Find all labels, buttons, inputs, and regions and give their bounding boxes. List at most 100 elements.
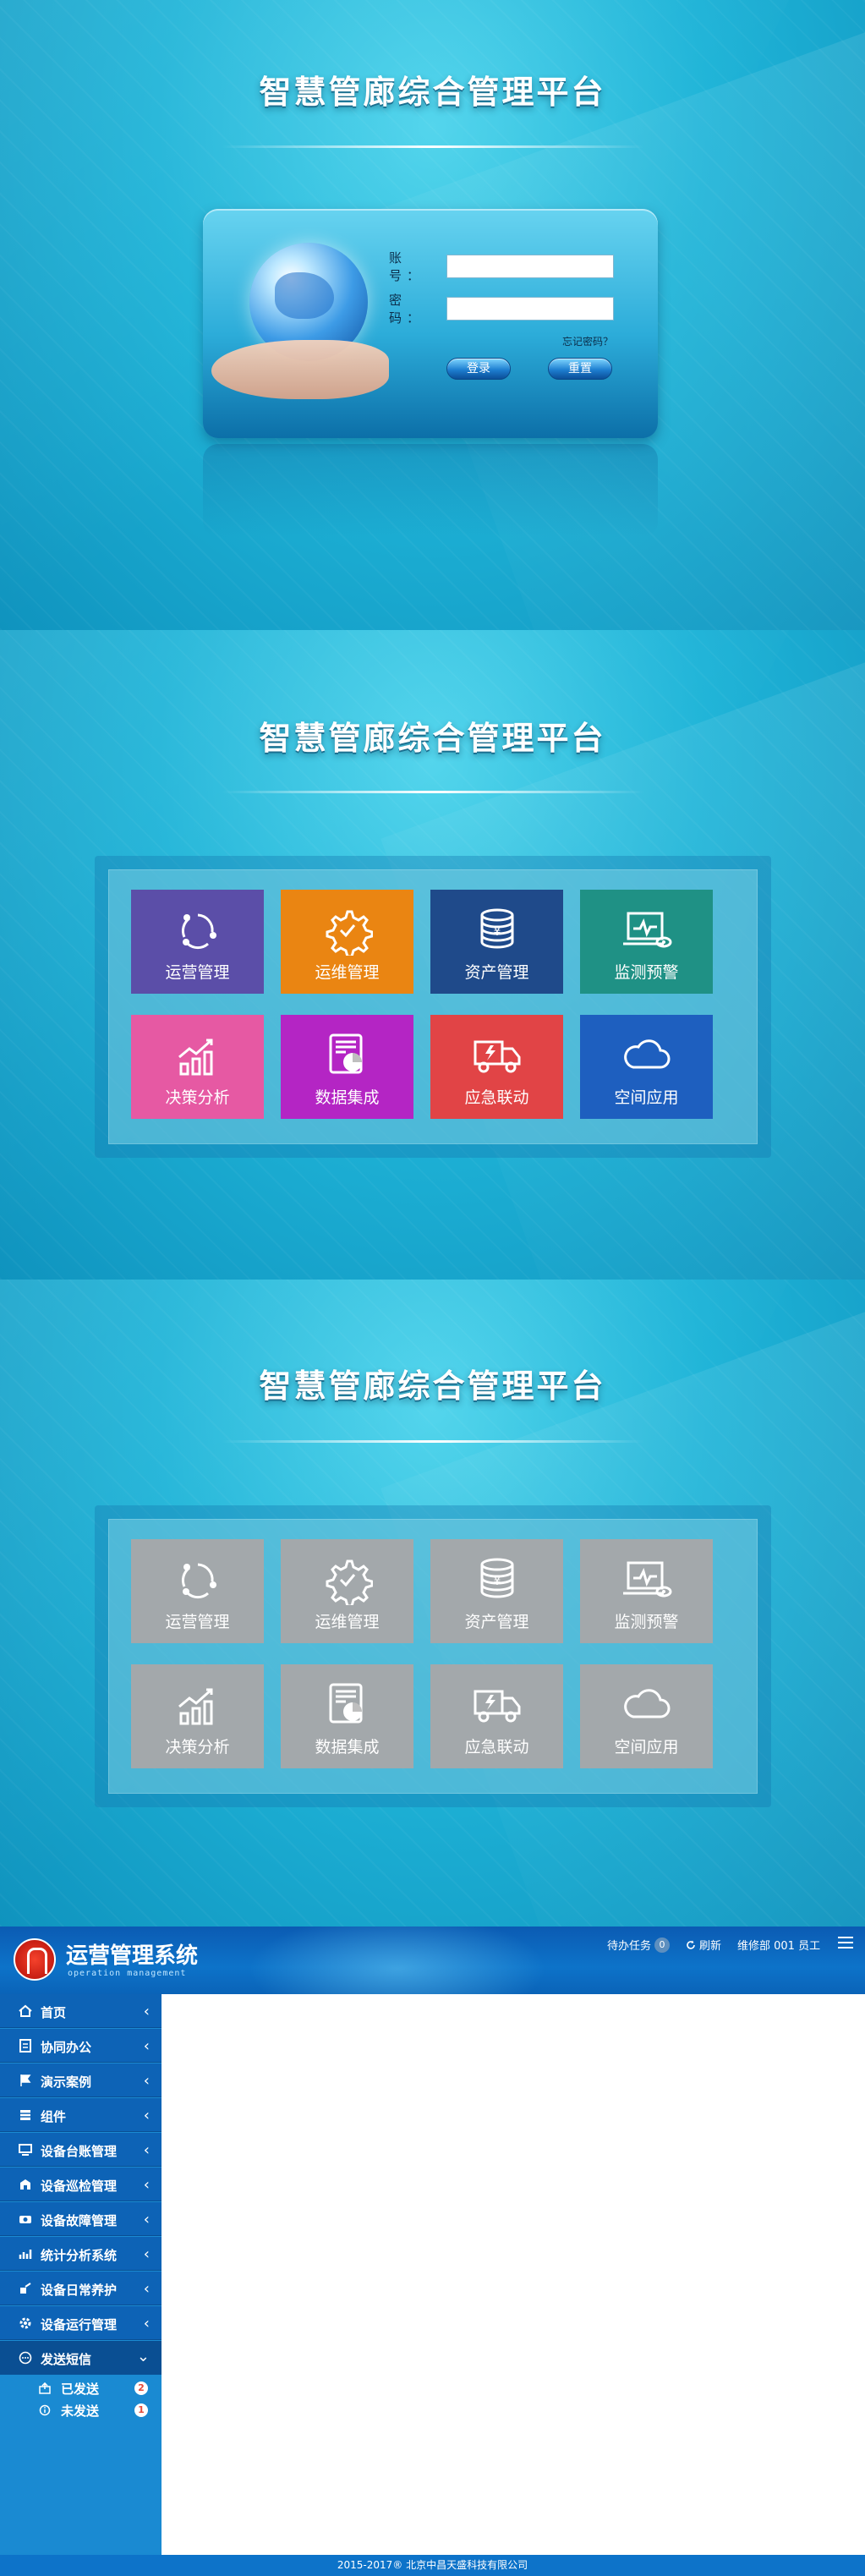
forgot-password-link[interactable]: 忘记密码？ <box>562 334 613 348</box>
truck-icon <box>472 1680 523 1730</box>
title-underline <box>222 145 644 148</box>
sidebar-subitem-label: 已发送 <box>61 2381 100 2397</box>
tile-label: 空间应用 <box>614 1088 679 1107</box>
sidebar: 首页 ‹ 协同办公 ‹ 演示案例 ‹ 组件 ‹ 设备台账管理 ‹ 设备巡检管理 … <box>0 1994 162 2555</box>
tile-label: 资产管理 <box>464 963 529 982</box>
account-input[interactable] <box>446 255 614 278</box>
sidebar-item-label: 设备运行管理 <box>41 2317 118 2332</box>
sidebar-item-label: 协同办公 <box>41 2040 92 2055</box>
gear-icon <box>322 1554 373 1605</box>
pending-tasks[interactable]: 待办任务 0 <box>607 1937 671 1953</box>
tile-maintenance[interactable]: 运维管理 <box>281 1539 413 1643</box>
tile-spatial[interactable]: 空间应用 <box>580 1664 713 1768</box>
account-row: 账 号： <box>389 249 614 284</box>
tile-decision[interactable]: 决策分析 <box>131 1664 264 1768</box>
sidebar-item-operation[interactable]: 设备运行管理 ‹ <box>0 2306 162 2340</box>
coins-icon <box>472 1554 523 1605</box>
tile-emergency[interactable]: 应急联动 <box>430 1015 563 1119</box>
sidebar-item-office[interactable]: 协同办公 ‹ <box>0 2029 162 2063</box>
bar-chart-icon <box>172 1030 223 1081</box>
unsent-count-badge: 1 <box>134 2403 148 2417</box>
globe-in-hand-image <box>211 243 389 412</box>
tile-data-integration[interactable]: 数据集成 <box>281 1664 413 1768</box>
module-grid-inner: 运营管理 运维管理 资产管理 监测预警 决策分析 数据集成 应急联动 空间应用 <box>108 1519 758 1794</box>
tile-operations[interactable]: 运营管理 <box>131 1539 264 1643</box>
ops-system-screen: 运营管理系统 operation management 待办任务 0 刷新 维修… <box>0 1927 865 2576</box>
tile-label: 决策分析 <box>165 1088 230 1107</box>
refresh-button[interactable]: 刷新 <box>686 1937 721 1953</box>
title-underline <box>222 791 644 793</box>
sent-count-badge: 2 <box>134 2381 148 2395</box>
maintenance-icon <box>20 2283 31 2294</box>
message-icon <box>19 2351 32 2365</box>
chevron-left-icon: ‹ <box>143 2141 150 2159</box>
sidebar-item-fault[interactable]: 设备故障管理 ‹ <box>0 2202 162 2236</box>
sidebar-item-sms[interactable]: 发送短信 ⌄ <box>0 2341 162 2375</box>
tile-label: 应急联动 <box>464 1738 529 1757</box>
title-underline <box>222 1440 644 1443</box>
sidebar-item-statistics[interactable]: 统计分析系统 ‹ <box>0 2237 162 2271</box>
sidebar-item-equipment-ledger[interactable]: 设备台账管理 ‹ <box>0 2133 162 2167</box>
fault-icon <box>19 2216 31 2223</box>
platform-title: 智慧管廊综合管理平台 <box>259 720 606 757</box>
document-chart-icon <box>322 1680 373 1730</box>
chevron-left-icon: ‹ <box>143 2003 150 2020</box>
password-input[interactable] <box>446 297 614 321</box>
user-info[interactable]: 维修部 001 员工 <box>737 1937 820 1953</box>
module-grid: 运营管理 运维管理 资产管理 监测预警 决策分析 数据集成 应急联动 空间应用 <box>95 856 771 1158</box>
login-button[interactable]: 登录 <box>446 358 511 380</box>
refresh-icon <box>687 1940 695 1949</box>
tile-assets[interactable]: 资产管理 <box>430 890 563 994</box>
tile-label: 监测预警 <box>614 1613 679 1631</box>
tile-label: 运维管理 <box>315 963 380 982</box>
module-screen-active: 智慧管廊综合管理平台 运营管理 运维管理 资产管理 监测预警 决策分析 数据集成… <box>0 630 865 1280</box>
stats-icon <box>19 2250 32 2259</box>
tile-spatial[interactable]: 空间应用 <box>580 1015 713 1119</box>
module-grid: 运营管理 运维管理 资产管理 监测预警 决策分析 数据集成 应急联动 空间应用 <box>95 1505 771 1807</box>
gear-icon <box>322 905 373 956</box>
sidebar-item-home[interactable]: 首页 ‹ <box>0 1994 162 2028</box>
tile-monitoring[interactable]: 监测预警 <box>580 1539 713 1643</box>
platform-title: 智慧管廊综合管理平台 <box>259 74 606 111</box>
tile-label: 资产管理 <box>464 1613 529 1631</box>
sidebar-item-inspection[interactable]: 设备巡检管理 ‹ <box>0 2168 162 2201</box>
sidebar-subitem-unsent[interactable]: 未发送 1 <box>0 2400 162 2420</box>
login-screen: 智慧管廊综合管理平台 账 号： 密 码： 忘记密码？ 登录 重置 <box>0 0 865 630</box>
chevron-left-icon: ‹ <box>143 2037 150 2055</box>
account-label: 账 号： <box>389 250 425 283</box>
tile-label: 运维管理 <box>315 1613 380 1631</box>
tile-operations[interactable]: 运营管理 <box>131 890 264 994</box>
module-grid-inner: 运营管理 运维管理 资产管理 监测预警 决策分析 数据集成 应急联动 空间应用 <box>108 869 758 1144</box>
sidebar-item-daily-maintenance[interactable]: 设备日常养护 ‹ <box>0 2272 162 2305</box>
tile-monitoring[interactable]: 监测预警 <box>580 890 713 994</box>
pending-count-badge: 0 <box>654 1937 671 1953</box>
reset-button[interactable]: 重置 <box>548 358 612 380</box>
tile-decision[interactable]: 决策分析 <box>131 1015 264 1119</box>
flag-icon <box>20 2075 31 2086</box>
sidebar-item-label: 设备故障管理 <box>41 2213 118 2228</box>
tile-emergency[interactable]: 应急联动 <box>430 1664 563 1768</box>
tile-assets[interactable]: 资产管理 <box>430 1539 563 1643</box>
tile-label: 运营管理 <box>165 1613 230 1631</box>
truck-icon <box>472 1030 523 1081</box>
sent-icon <box>39 2382 51 2394</box>
info-icon <box>39 2404 51 2416</box>
password-label: 密 码： <box>389 293 425 326</box>
inspection-icon <box>20 2179 30 2190</box>
sidebar-item-label: 统计分析系统 <box>41 2248 118 2263</box>
cloud-icon <box>621 1030 672 1081</box>
tile-label: 应急联动 <box>464 1088 529 1107</box>
hamburger-menu-icon[interactable] <box>838 1937 853 1948</box>
tile-data-integration[interactable]: 数据集成 <box>281 1015 413 1119</box>
chevron-left-icon: ‹ <box>143 2107 150 2124</box>
sidebar-subitem-sent[interactable]: 已发送 2 <box>0 2378 162 2398</box>
tile-label: 数据集成 <box>315 1088 380 1107</box>
user-label: 维修部 001 员工 <box>737 1940 821 1953</box>
tile-maintenance[interactable]: 运维管理 <box>281 890 413 994</box>
cycle-icon <box>172 1554 223 1605</box>
sidebar-item-label: 设备巡检管理 <box>41 2179 118 2194</box>
sidebar-item-components[interactable]: 组件 ‹ <box>0 2098 162 2132</box>
hand-icon <box>211 340 389 399</box>
tile-label: 运营管理 <box>165 963 230 982</box>
sidebar-item-demo[interactable]: 演示案例 ‹ <box>0 2064 162 2097</box>
